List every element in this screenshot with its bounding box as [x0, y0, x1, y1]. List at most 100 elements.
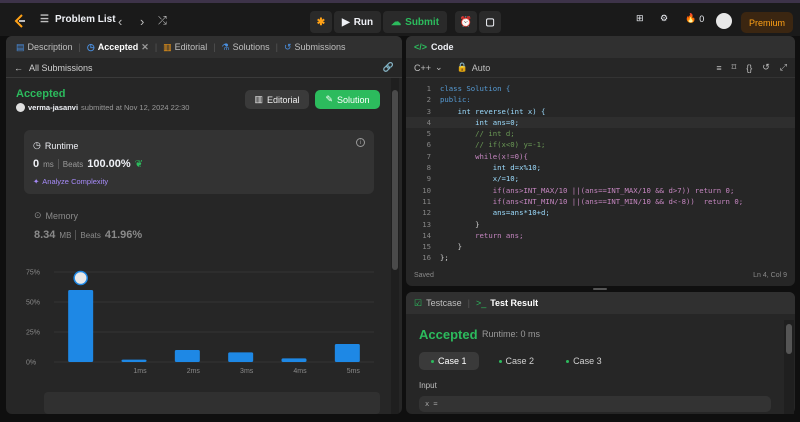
code-line[interactable]: 1 class Solution {	[406, 83, 795, 94]
prev-problem-icon[interactable]: ‹	[118, 14, 122, 29]
submission-subbar: ← All Submissions 🔗	[6, 58, 402, 78]
next-problem-icon[interactable]: ›	[140, 14, 144, 29]
x-tick-label: 1ms	[133, 368, 147, 375]
panel-resize-handle[interactable]	[593, 288, 607, 290]
memory-heading[interactable]: ⊙ Memory	[34, 210, 78, 221]
braces-icon[interactable]: {}	[746, 63, 752, 73]
submit-button[interactable]: ☁ Submit	[383, 11, 448, 33]
tab-testcase[interactable]: ☑ Testcase	[414, 298, 462, 309]
premium-button[interactable]: Premium	[741, 12, 793, 33]
distribution-bar[interactable]	[334, 344, 360, 362]
code-line[interactable]: 7 while(x!=0){	[406, 151, 795, 162]
run-button[interactable]: ▶ Run	[334, 11, 382, 33]
line-code: // if(x<0) y=-1;	[440, 140, 546, 150]
memory-value-row: 8.34 MB Beats 41.96%	[34, 229, 142, 241]
code-line[interactable]: 4 int ans=0;	[406, 116, 795, 129]
bookmark-icon[interactable]: ⌑	[732, 62, 737, 73]
submitter-avatar[interactable]	[16, 103, 25, 112]
code-line[interactable]: 8 int d=x%10;	[406, 162, 795, 173]
solution-button[interactable]: ✎ Solution	[315, 90, 380, 109]
case-3-label: Case 3	[573, 356, 602, 366]
settings-gear-icon[interactable]: ⚙	[660, 13, 668, 24]
code-line[interactable]: 10 if(ans>INT_MAX/10 ||(ans==INT_MAX/10 …	[406, 185, 795, 196]
distribution-bar[interactable]	[174, 350, 200, 362]
case-2-label: Case 2	[505, 356, 535, 366]
cursor-position: Ln 4, Col 9	[753, 271, 787, 279]
submitter-username[interactable]: verma-jasanvi	[28, 103, 78, 112]
runtime-distribution-chart[interactable]: 75% 50% 25% 0% 1ms 2ms 3ms 4ms 5ms	[24, 264, 384, 384]
code-line[interactable]: 14 return ans;	[406, 230, 795, 241]
distribution-bar[interactable]	[281, 358, 307, 362]
scroll-thumb[interactable]	[786, 324, 792, 354]
notes-button[interactable]: ▢	[479, 11, 502, 33]
code-line[interactable]: 3 int reverse(int x) {	[406, 106, 795, 117]
tab-solutions[interactable]: ⚗ Solutions	[220, 42, 272, 53]
line-number: 15	[422, 242, 431, 252]
problem-list-link[interactable]: ☰ Problem List	[40, 14, 116, 25]
timer-button[interactable]: ⏰	[455, 11, 478, 33]
case-1-tab[interactable]: Case 1	[419, 352, 479, 370]
line-code: };	[440, 253, 449, 263]
shuffle-icon[interactable]: ⤮	[158, 15, 167, 28]
language-select[interactable]: C++ ⌄	[414, 62, 443, 73]
code-line[interactable]: 16};	[406, 252, 795, 263]
code-line[interactable]: 13 }	[406, 219, 795, 230]
right-scrollbar[interactable]	[784, 320, 794, 414]
layout-grid-icon[interactable]: ⊞	[636, 13, 644, 24]
autocomplete-toggle[interactable]: 🔒 Auto	[457, 62, 491, 73]
link-icon[interactable]: 🔗	[383, 62, 394, 73]
memory-beats-label: Beats	[80, 230, 101, 240]
case-2-tab[interactable]: Case 2	[487, 352, 547, 370]
line-number: 12	[422, 208, 431, 218]
code-line[interactable]: 5 // int d;	[406, 128, 795, 139]
code-line[interactable]: 6 // if(x<0) y=-1;	[406, 139, 795, 150]
distribution-bar[interactable]	[68, 290, 94, 362]
leetcode-logo-icon[interactable]	[12, 13, 28, 29]
info-icon[interactable]: i	[356, 138, 365, 147]
editorial-button[interactable]: ▥ Editorial	[245, 90, 309, 109]
save-status: Saved	[414, 271, 434, 279]
runtime-label: Runtime	[44, 140, 79, 151]
input-label: Input	[419, 381, 437, 390]
user-avatar[interactable]	[716, 13, 732, 29]
debug-button[interactable]: ✱	[310, 11, 332, 33]
code-line[interactable]: 11 if(ans<INT_MIN/10 ||(ans==INT_MIN/10 …	[406, 196, 795, 207]
reset-icon[interactable]: ↺	[762, 62, 770, 73]
case-1-label: Case 1	[438, 356, 467, 366]
tab-accepted[interactable]: ◷ Accepted ✕	[85, 42, 151, 53]
tab-submissions[interactable]: ↺ Submissions	[282, 42, 348, 53]
your-submission-avatar-marker[interactable]	[73, 270, 88, 286]
close-tab-icon[interactable]: ✕	[141, 42, 149, 53]
streak-counter[interactable]: 🔥 0	[685, 13, 704, 24]
left-scrollbar[interactable]	[391, 78, 399, 414]
fullscreen-icon[interactable]: ⤢	[780, 62, 787, 73]
line-number: 16	[422, 253, 431, 263]
code-header: </> Code	[406, 36, 795, 58]
code-panel: </> Code C++ ⌄ 🔒 Auto ≡ ⌑ {} ↺ ⤢ 1 class …	[406, 36, 795, 286]
case-3-tab[interactable]: Case 3	[554, 352, 614, 370]
format-icon[interactable]: ≡	[716, 63, 721, 73]
distribution-bar[interactable]	[121, 359, 147, 362]
code-editor[interactable]: 1 class Solution {2 public: 3 int reverse(i…	[406, 83, 795, 264]
code-line[interactable]: 2 public:	[406, 94, 795, 105]
histogram-overview-strip[interactable]	[44, 392, 380, 414]
book-icon: ▥	[163, 41, 172, 52]
scroll-thumb[interactable]	[392, 90, 398, 270]
runtime-card[interactable]: ◷ Runtime i 0 ms Beats 100.00% ❦ ✦ Analy…	[24, 130, 374, 194]
tab-description[interactable]: ▤ Description	[14, 42, 75, 53]
code-line[interactable]: 12 ans=ans*10+d;	[406, 207, 795, 218]
distribution-bar[interactable]	[228, 352, 254, 362]
analyze-complexity-link[interactable]: ✦ Analyze Complexity	[33, 177, 108, 186]
tab-separator: |	[467, 298, 470, 308]
description-icon: ▤	[16, 41, 25, 52]
tab-test-result[interactable]: >_ Test Result	[476, 298, 538, 308]
code-line[interactable]: 9 x/=10;	[406, 173, 795, 184]
runtime-beats-label: Beats	[62, 159, 84, 169]
back-to-submissions[interactable]: ← All Submissions	[14, 63, 93, 73]
runtime-value-row: 0 ms Beats 100.00% ❦	[33, 158, 143, 170]
code-line[interactable]: 15 }	[406, 241, 795, 252]
tab-editorial[interactable]: ▥ Editorial	[161, 42, 209, 53]
test-runtime: Runtime: 0 ms	[482, 329, 541, 339]
submit-label: Submit	[405, 16, 440, 28]
test-status: Accepted	[419, 327, 478, 342]
